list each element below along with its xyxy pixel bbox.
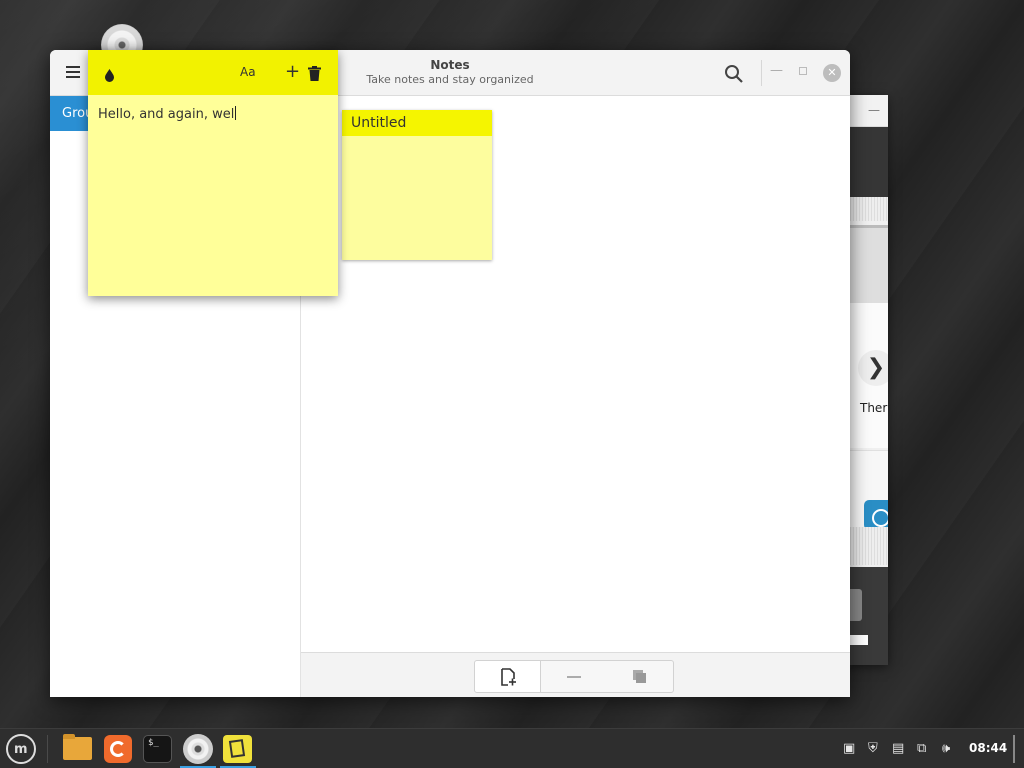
firefox-icon[interactable] xyxy=(104,735,132,763)
note-card[interactable]: Untitled xyxy=(342,110,492,260)
search-icon[interactable] xyxy=(724,64,744,84)
shield-tray-icon[interactable]: ⛨ xyxy=(868,741,878,756)
maximize-icon[interactable] xyxy=(799,67,807,75)
chevron-right-icon[interactable]: ❯ xyxy=(858,350,888,386)
color-drop-icon[interactable] xyxy=(104,67,115,86)
new-note-button[interactable] xyxy=(474,660,541,693)
bottom-toolbar xyxy=(301,652,850,697)
minimize-icon[interactable]: — xyxy=(868,103,880,117)
disc-icon[interactable] xyxy=(183,734,213,764)
notes-tray-icon[interactable]: ▤ xyxy=(892,741,904,756)
network-tray-icon[interactable]: ⧉ xyxy=(917,741,926,756)
text-caret xyxy=(235,106,237,120)
duplicate-note-button[interactable] xyxy=(607,660,674,693)
taskbar: m $_ ▣ ⛨ ▤ ⧉ 🕪 08:44 xyxy=(0,728,1024,768)
clock-app-icon[interactable] xyxy=(864,500,888,530)
files-folder-icon[interactable] xyxy=(63,734,92,760)
sticky-note-content: Hello, and again, wel xyxy=(98,107,235,122)
sticky-notes-app-icon[interactable] xyxy=(223,735,252,763)
new-note-icon xyxy=(501,668,516,686)
add-icon[interactable]: + xyxy=(285,61,300,82)
mint-menu-icon[interactable]: m xyxy=(6,734,36,764)
sticky-note-toolbar[interactable]: Aa + xyxy=(88,50,338,95)
minimize-icon[interactable]: — xyxy=(770,63,783,78)
clipboard-tray-icon[interactable]: ▣ xyxy=(843,741,855,756)
duplicate-icon xyxy=(633,670,646,683)
terminal-icon[interactable]: $_ xyxy=(143,735,172,763)
font-icon[interactable]: Aa xyxy=(240,65,256,79)
remove-note-button[interactable] xyxy=(541,660,608,693)
close-icon[interactable]: ✕ xyxy=(823,64,841,82)
show-desktop-button[interactable] xyxy=(1013,735,1015,763)
clock[interactable]: 08:44 xyxy=(969,741,1007,755)
theme-label: Ther xyxy=(860,401,888,415)
taskbar-separator xyxy=(47,735,48,763)
trash-icon[interactable] xyxy=(308,66,321,85)
header-separator xyxy=(761,60,762,86)
remove-icon xyxy=(567,676,581,678)
sticky-note-text[interactable]: Hello, and again, wel xyxy=(98,106,237,122)
volume-tray-icon[interactable]: 🕪 xyxy=(942,741,950,756)
note-card-title: Untitled xyxy=(342,110,492,136)
notes-area: Untitled xyxy=(301,96,850,652)
sticky-note[interactable]: Aa + Hello, and again, wel xyxy=(88,50,338,296)
